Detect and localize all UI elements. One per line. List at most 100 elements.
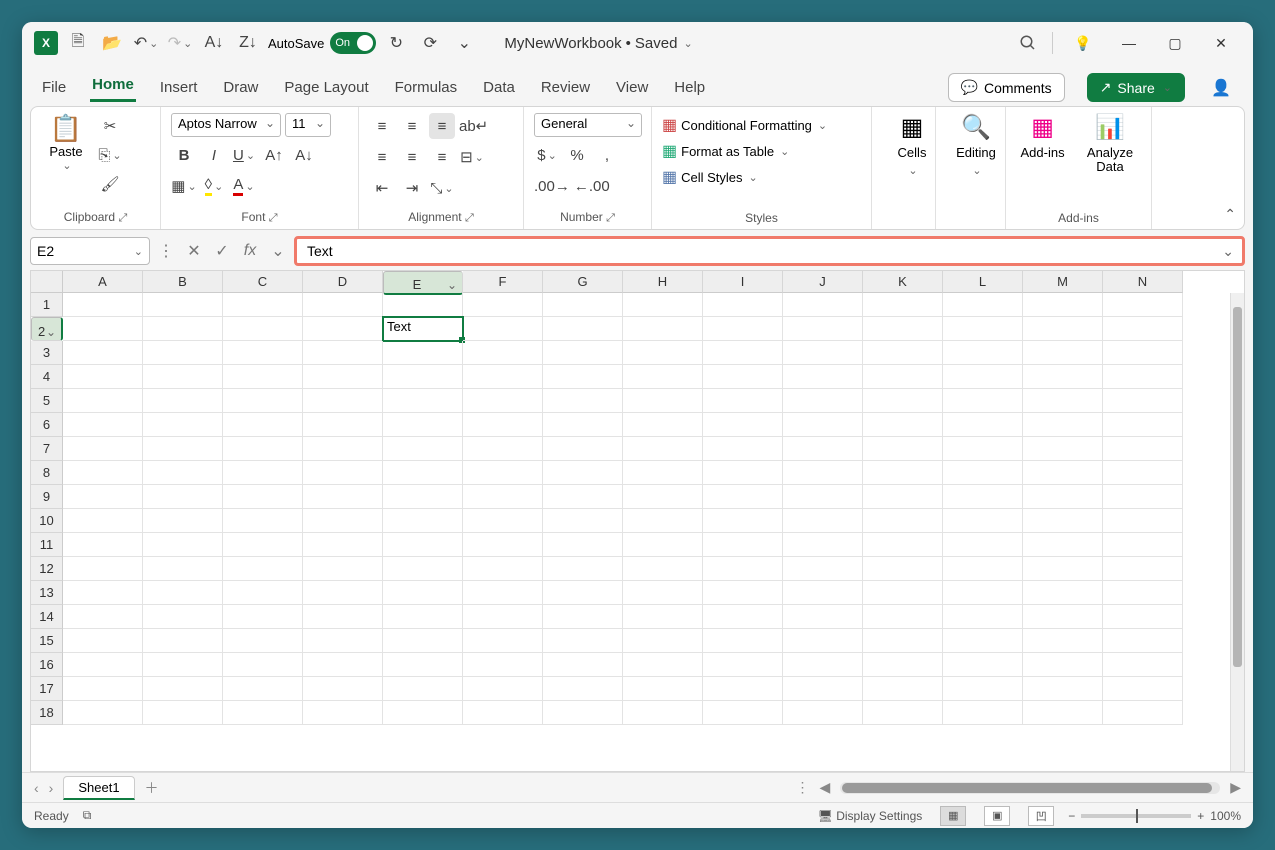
orientation-button[interactable]: ⤡⌄ <box>429 175 455 201</box>
cell-J7[interactable] <box>783 437 863 461</box>
cell-A10[interactable] <box>63 509 143 533</box>
cell-I8[interactable] <box>703 461 783 485</box>
autosave-toggle[interactable]: On <box>330 32 376 54</box>
cell-I5[interactable] <box>703 389 783 413</box>
cell-H18[interactable] <box>623 701 703 725</box>
cell-D2[interactable] <box>303 317 383 341</box>
cell-C15[interactable] <box>223 629 303 653</box>
cell-B1[interactable] <box>143 293 223 317</box>
cell-D16[interactable] <box>303 653 383 677</box>
open-file-icon[interactable]: 📂 <box>98 29 126 57</box>
cell-K11[interactable] <box>863 533 943 557</box>
cell-J2[interactable] <box>783 317 863 341</box>
cell-I7[interactable] <box>703 437 783 461</box>
add-sheet-button[interactable]: ＋ <box>145 778 159 798</box>
cell-B18[interactable] <box>143 701 223 725</box>
cancel-formula-icon[interactable]: ✕ <box>182 238 206 264</box>
cell-F3[interactable] <box>463 341 543 365</box>
cell-F1[interactable] <box>463 293 543 317</box>
cell-B11[interactable] <box>143 533 223 557</box>
sort-desc-icon[interactable]: Z↓ <box>234 29 262 57</box>
cell-B15[interactable] <box>143 629 223 653</box>
cell-C6[interactable] <box>223 413 303 437</box>
row-header-16[interactable]: 16 <box>31 653 63 677</box>
cell-J16[interactable] <box>783 653 863 677</box>
search-icon[interactable] <box>1014 29 1042 57</box>
lightbulb-icon[interactable]: 💡 <box>1063 27 1103 59</box>
wrap-text-button[interactable]: ab↵ <box>459 113 488 139</box>
cell-E2[interactable]: Text <box>383 317 463 341</box>
cell-H2[interactable] <box>623 317 703 341</box>
qat-overflow-icon[interactable]: ⌄ <box>450 29 478 57</box>
cell-M13[interactable] <box>1023 581 1103 605</box>
zoom-slider[interactable] <box>1081 814 1191 818</box>
cell-C8[interactable] <box>223 461 303 485</box>
cell-G10[interactable] <box>543 509 623 533</box>
cell-A8[interactable] <box>63 461 143 485</box>
row-header-8[interactable]: 8 <box>31 461 63 485</box>
sheet-next-icon[interactable]: › <box>49 780 54 796</box>
column-header-A[interactable]: A <box>63 271 143 293</box>
cell-J3[interactable] <box>783 341 863 365</box>
cell-N11[interactable] <box>1103 533 1183 557</box>
new-file-icon[interactable]: 🗎 <box>64 29 92 57</box>
cell-I9[interactable] <box>703 485 783 509</box>
cell-J15[interactable] <box>783 629 863 653</box>
cell-K17[interactable] <box>863 677 943 701</box>
cell-E4[interactable] <box>383 365 463 389</box>
comments-button[interactable]: 💬 Comments <box>948 73 1065 102</box>
cell-F18[interactable] <box>463 701 543 725</box>
cell-F12[interactable] <box>463 557 543 581</box>
decrease-decimal-button[interactable]: ←.00 <box>574 173 610 199</box>
cell-G1[interactable] <box>543 293 623 317</box>
column-header-C[interactable]: C <box>223 271 303 293</box>
cell-N12[interactable] <box>1103 557 1183 581</box>
cell-L6[interactable] <box>943 413 1023 437</box>
cell-M14[interactable] <box>1023 605 1103 629</box>
sheet-options-icon[interactable]: ⋮ <box>795 779 809 796</box>
cell-K13[interactable] <box>863 581 943 605</box>
tab-draw[interactable]: Draw <box>221 73 260 102</box>
cell-K16[interactable] <box>863 653 943 677</box>
cell-F7[interactable] <box>463 437 543 461</box>
cell-A18[interactable] <box>63 701 143 725</box>
merge-center-button[interactable]: ⊟⌄ <box>459 144 485 170</box>
document-title[interactable]: MyNewWorkbook • Saved ⌄ <box>504 35 692 52</box>
cell-K12[interactable] <box>863 557 943 581</box>
cell-F16[interactable] <box>463 653 543 677</box>
increase-decimal-button[interactable]: .00→ <box>534 173 570 199</box>
tab-review[interactable]: Review <box>539 73 592 102</box>
align-center-button[interactable]: ≡ <box>399 144 425 170</box>
cell-D13[interactable] <box>303 581 383 605</box>
cell-G15[interactable] <box>543 629 623 653</box>
account-icon[interactable]: 👤 <box>1207 74 1235 102</box>
cell-N1[interactable] <box>1103 293 1183 317</box>
cell-L12[interactable] <box>943 557 1023 581</box>
cell-A9[interactable] <box>63 485 143 509</box>
row-header-10[interactable]: 10 <box>31 509 63 533</box>
cell-I11[interactable] <box>703 533 783 557</box>
cell-I10[interactable] <box>703 509 783 533</box>
tab-formulas[interactable]: Formulas <box>393 73 460 102</box>
cell-G8[interactable] <box>543 461 623 485</box>
cell-N6[interactable] <box>1103 413 1183 437</box>
cell-K1[interactable] <box>863 293 943 317</box>
cell-M7[interactable] <box>1023 437 1103 461</box>
cell-J13[interactable] <box>783 581 863 605</box>
align-left-button[interactable]: ≡ <box>369 144 395 170</box>
conditional-formatting-button[interactable]: ▦ Conditional Formatting⌄ <box>662 115 861 135</box>
cell-G13[interactable] <box>543 581 623 605</box>
cell-A5[interactable] <box>63 389 143 413</box>
increase-indent-button[interactable]: ⇥ <box>399 175 425 201</box>
cell-C13[interactable] <box>223 581 303 605</box>
cell-K3[interactable] <box>863 341 943 365</box>
cell-L17[interactable] <box>943 677 1023 701</box>
cell-A2[interactable] <box>63 317 143 341</box>
cell-A4[interactable] <box>63 365 143 389</box>
paste-button[interactable]: 📋 Paste ⌄ <box>41 113 91 172</box>
row-header-3[interactable]: 3 <box>31 341 63 365</box>
undo-button[interactable]: ↶⌄ <box>132 29 160 57</box>
cell-H14[interactable] <box>623 605 703 629</box>
zoom-control[interactable]: − + 100% <box>1068 809 1241 823</box>
cell-B7[interactable] <box>143 437 223 461</box>
